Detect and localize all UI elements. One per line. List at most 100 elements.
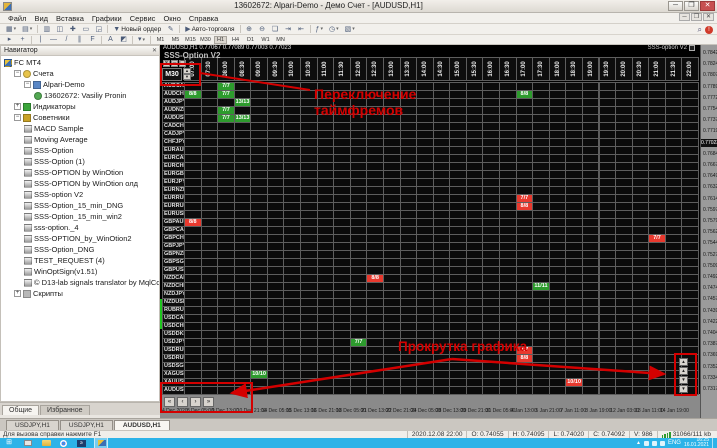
language-indicator[interactable]: ENG	[668, 440, 681, 446]
navigator-tab-избранное[interactable]: Избранное	[40, 405, 90, 415]
vscroll-up2-button[interactable]: ▲	[679, 367, 688, 375]
scroll-right-button[interactable]: ›	[190, 397, 201, 407]
navigator-close-icon[interactable]: ✕	[152, 47, 157, 54]
toolbar-profiles[interactable]: ▤ ▾	[20, 25, 34, 34]
powershell-icon[interactable]: ≥	[77, 439, 86, 447]
mdi-restore-button[interactable]: ❐	[691, 13, 702, 21]
close-button[interactable]: ✕	[700, 1, 715, 11]
toolbar-arrow-label[interactable]: ◩	[118, 35, 129, 44]
tray-action-center-icon[interactable]	[643, 440, 649, 446]
tree-item-d13-lab-signals-translator-by-mqlcoder-v-1-3[interactable]: © D13-lab signals translator by MqlCoder…	[1, 277, 159, 288]
tree-item-test-request-4[interactable]: TEST_REQUEST (4)	[1, 255, 159, 266]
menu-окно[interactable]: Окно	[159, 14, 184, 23]
scroll-left-button[interactable]: ‹	[177, 397, 188, 407]
chart-area[interactable]: AUDUSD,H1 0.77067 0.77089 0.77003 0.7702…	[160, 45, 717, 418]
mdi-close-button[interactable]: ✕	[703, 13, 714, 21]
tree-item-winoptsign-v1-51[interactable]: WinOptSign(v1.51)	[1, 266, 159, 277]
timeframe-m30[interactable]: M30	[199, 36, 212, 44]
tree-item-moving-average[interactable]: Moving Average	[1, 134, 159, 145]
show-desktop-button[interactable]	[712, 438, 715, 448]
expand-minus-icon[interactable]: −	[14, 114, 21, 121]
toolbar-metaeditor[interactable]: ✎	[165, 25, 176, 34]
menu-вставка[interactable]: Вставка	[52, 14, 88, 23]
menu-сервис[interactable]: Сервис	[126, 14, 160, 23]
menu-справка[interactable]: Справка	[185, 14, 222, 23]
panel-maximize-button[interactable]: ❐	[179, 60, 186, 67]
file-explorer-icon[interactable]	[42, 440, 51, 446]
vscroll-up-button[interactable]: ▲	[679, 358, 688, 366]
menu-вид[interactable]: Вид	[30, 14, 52, 23]
tree-item-счета[interactable]: − Счета	[1, 68, 159, 79]
mdi-minimize-button[interactable]: ─	[679, 13, 690, 21]
timeframe-h4[interactable]: H4	[229, 36, 242, 44]
tree-item-alpari-demo[interactable]: − Alpari-Demo	[1, 79, 159, 90]
chart-tab-usdjpy-h1-0[interactable]: USDJPY,H1	[6, 420, 59, 430]
toolbar-templates[interactable]: ▧ ▾	[343, 25, 357, 34]
toolbar-chart-shift[interactable]: ⇤	[296, 25, 307, 34]
indicator-corner-button[interactable]	[689, 45, 695, 51]
mt4-taskbar-button[interactable]	[94, 438, 108, 448]
toolbar-vertical-line[interactable]: |	[35, 35, 46, 44]
timeframe-d1[interactable]: D1	[244, 36, 257, 44]
tray-network-icon[interactable]	[651, 440, 657, 446]
tree-item-sss-option-dng[interactable]: SSS-Option_DNG	[1, 244, 159, 255]
timeframe-m15[interactable]: M15	[184, 36, 197, 44]
tree-item-sss-option-by-winotion2[interactable]: SSS-OPTION_by_WinOtion2	[1, 233, 159, 244]
toolbar-navigator-toggle[interactable]: ✚	[67, 25, 78, 34]
scroll-last-button[interactable]: »	[203, 397, 214, 407]
toolbar-text[interactable]: A	[105, 35, 116, 44]
menu-графики[interactable]: Графики	[88, 14, 126, 23]
tree-item-macd-sample[interactable]: MACD Sample	[1, 123, 159, 134]
panel-minimize-button[interactable]: ─	[171, 60, 178, 67]
toolbar-channel[interactable]: ∥	[74, 35, 85, 44]
tree-item-sss-option-15-min-dng[interactable]: SSS-Option_15_min_DNG	[1, 200, 159, 211]
price-axis[interactable]: 0.78420 0.78245 0.78070 0.77895 0.77720 0.775…	[700, 45, 717, 418]
tree-item-sss-option-4[interactable]: sss-option._4	[1, 222, 159, 233]
taskbar-clock[interactable]: 16:25 16.01.2021	[684, 438, 709, 448]
menu-файл[interactable]: Файл	[4, 14, 30, 23]
toolbar-new-chart[interactable]: ▦ ▾	[4, 25, 18, 34]
panel-close-button[interactable]: ✕	[163, 60, 170, 67]
restore-button[interactable]: ❐	[684, 1, 699, 11]
search-icon[interactable]: ⌕	[698, 25, 702, 35]
toolbar-tile-windows[interactable]: ❏	[270, 25, 281, 34]
timeframe-down-icon[interactable]: ▼	[183, 74, 191, 80]
toolbar-zoom-in[interactable]: ⊕	[244, 25, 255, 34]
scroll-first-button[interactable]: «	[164, 397, 175, 407]
vscroll-down-button[interactable]: ▼	[679, 376, 688, 384]
vscroll-down2-button[interactable]: ▼	[679, 385, 688, 393]
expand-plus-icon[interactable]: +	[14, 103, 21, 110]
pair-row-label-audusd-38[interactable]: AUDUSD	[162, 386, 185, 395]
toolbar-shapes[interactable]: ▾ ▾	[136, 35, 147, 44]
expand-plus-icon[interactable]: +	[14, 290, 21, 297]
toolbar-data-window[interactable]: ◫	[54, 25, 65, 34]
navigator-tab-общие[interactable]: Общие	[2, 405, 40, 415]
tree-item-советники[interactable]: − Советники	[1, 112, 159, 123]
toolbar-indicators-list[interactable]: ƒ ▾	[314, 25, 325, 34]
tree-item-13602672-vasiliy-pronin[interactable]: 13602672: Vasiliy Pronin	[1, 90, 159, 101]
tree-item-sss-option[interactable]: SSS-Option	[1, 145, 159, 156]
toolbar-terminal-toggle[interactable]: ▭	[80, 25, 91, 34]
toolbar-horizontal-line[interactable]: —	[48, 35, 59, 44]
tree-item-sss-option-1[interactable]: SSS-Option (1)	[1, 156, 159, 167]
tree-item-sss-option-v2[interactable]: SSS-option V2	[1, 189, 159, 200]
timeframe-h1[interactable]: H1	[214, 35, 228, 44]
server-manager-icon[interactable]	[24, 440, 32, 446]
notification-icon[interactable]: !	[705, 26, 713, 34]
toolbar-cursor[interactable]: ▸	[4, 35, 15, 44]
toolbar-trendline[interactable]: /	[61, 35, 72, 44]
timeframe-m5[interactable]: M5	[169, 36, 182, 44]
expand-minus-icon[interactable]: −	[14, 70, 21, 77]
tree-item-sss-option-by-winotion[interactable]: SSS-OPTION by WinOtion	[1, 167, 159, 178]
minimize-button[interactable]: ─	[668, 1, 683, 11]
toolbar-crosshair[interactable]: +	[17, 35, 28, 44]
start-button[interactable]: ⊞	[2, 439, 16, 447]
time-axis[interactable]: 4 Dec 2020 8 Dec 05:00 9 Dec 13:00 10 Dec 2…	[160, 405, 700, 418]
tray-expand-icon[interactable]: ▲	[636, 440, 641, 446]
tree-item-fc-mt4[interactable]: FC MT4	[1, 57, 159, 68]
toolbar-periods[interactable]: ◷ ▾	[327, 25, 341, 34]
toolbar-autotrading[interactable]: ▶ Авто-торговля	[183, 25, 236, 34]
tree-item-sss-option-15-min-win2[interactable]: SSS-Option_15_min_win2	[1, 211, 159, 222]
toolbar-fibonacci[interactable]: F	[87, 35, 98, 44]
toolbar-new-order[interactable]: ▼ Новый ордер	[111, 25, 163, 34]
